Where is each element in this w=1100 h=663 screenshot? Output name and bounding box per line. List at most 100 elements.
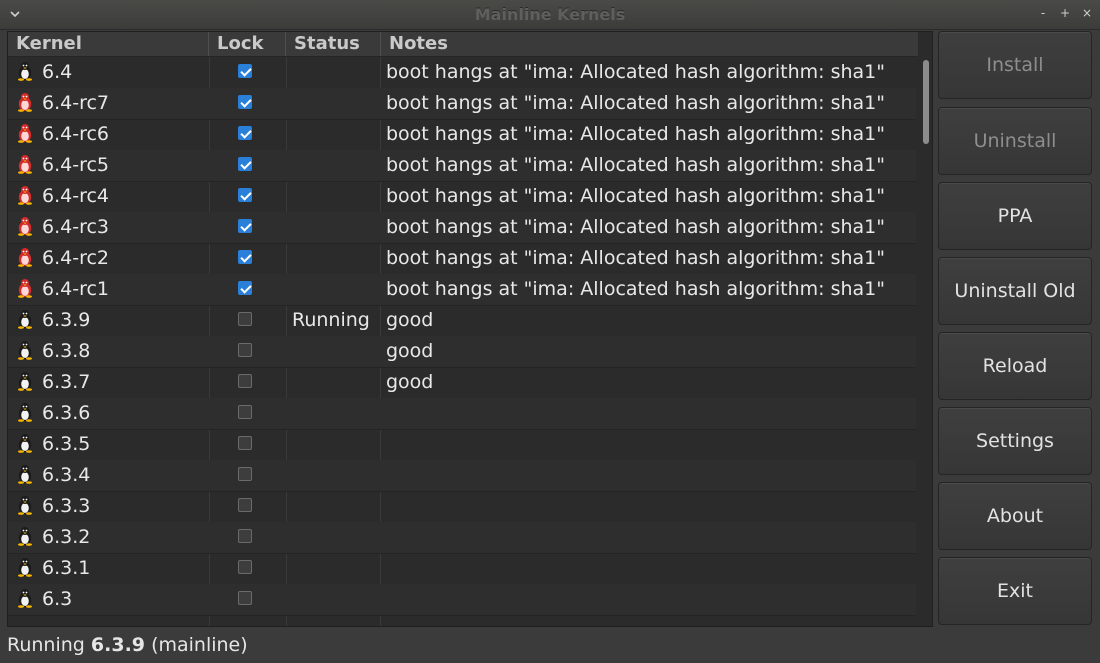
table-row[interactable]: 6.3.8 good [8, 336, 916, 368]
notes-cell[interactable] [386, 553, 916, 584]
lock-checkbox[interactable] [238, 343, 252, 357]
lock-checkbox[interactable] [238, 405, 252, 419]
ppa-button[interactable]: PPA [938, 182, 1092, 250]
notes-cell[interactable]: good [386, 305, 916, 336]
kernel-cell: 6.3.3 [16, 491, 216, 522]
minimize-button[interactable]: - [1036, 6, 1050, 20]
lock-checkbox[interactable] [238, 157, 252, 171]
table-row[interactable]: 6.3.6 [8, 398, 916, 430]
lock-cell [238, 491, 256, 522]
table-row[interactable]: 6.3.5 [8, 429, 916, 461]
lock-checkbox[interactable] [238, 188, 252, 202]
column-header-lock[interactable]: Lock [209, 32, 286, 56]
tux-icon [16, 340, 34, 360]
notes-cell[interactable]: good [386, 336, 916, 367]
lock-checkbox[interactable] [238, 219, 252, 233]
lock-checkbox[interactable] [238, 436, 252, 450]
notes-cell[interactable]: boot hangs at "ima: Allocated hash algor… [386, 212, 916, 243]
exit-button[interactable]: Exit [938, 557, 1092, 625]
table-row[interactable]: 6.4-rc3 boot hangs at "ima: Allocated has… [8, 212, 916, 244]
status-cell [292, 491, 382, 522]
notes-cell[interactable]: boot hangs at "ima: Allocated hash algor… [386, 274, 916, 305]
notes-cell[interactable]: boot hangs at "ima: Allocated hash algor… [386, 243, 916, 274]
notes-cell[interactable]: boot hangs at "ima: Allocated hash algor… [386, 88, 916, 119]
lock-checkbox[interactable] [238, 64, 252, 78]
notes-cell[interactable]: boot hangs at "ima: Allocated hash algor… [386, 119, 916, 150]
settings-button[interactable]: Settings [938, 407, 1092, 475]
kernel-list[interactable]: Kernel Lock Status Notes 6.4 boot hangs a… [7, 31, 933, 627]
about-button[interactable]: About [938, 482, 1092, 550]
column-header-notes[interactable]: Notes [381, 32, 918, 56]
notes-cell[interactable] [386, 584, 916, 615]
table-row[interactable]: 6.4-rc6 boot hangs at "ima: Allocated has… [8, 119, 916, 151]
table-row[interactable]: 6.4-rc2 boot hangs at "ima: Allocated has… [8, 243, 916, 275]
lock-checkbox[interactable] [238, 126, 252, 140]
tux-icon [16, 557, 34, 577]
lock-cell [238, 274, 256, 305]
notes-cell[interactable]: boot hangs at "ima: Allocated hash algor… [386, 57, 916, 88]
table-header: Kernel Lock Status Notes [8, 32, 918, 57]
vertical-scrollbar[interactable] [920, 32, 932, 626]
kernel-version: 6.4-rc7 [42, 92, 110, 114]
table-row[interactable]: 6.4-rc1 boot hangs at "ima: Allocated has… [8, 274, 916, 306]
uninstall-old-button[interactable]: Uninstall Old [938, 257, 1092, 325]
lock-checkbox[interactable] [238, 591, 252, 605]
title-bar[interactable]: Mainline Kernels - + × [0, 0, 1100, 30]
lock-checkbox[interactable] [238, 312, 252, 326]
lock-cell [238, 367, 256, 398]
kernel-version: 6.4 [42, 61, 73, 83]
maximize-button[interactable]: + [1058, 6, 1072, 20]
lock-checkbox[interactable] [238, 250, 252, 264]
table-row[interactable]: 6.3.1 [8, 553, 916, 585]
status-cell [292, 398, 382, 429]
table-row[interactable]: 6.3.4 [8, 460, 916, 492]
scrollbar-thumb[interactable] [923, 60, 929, 144]
close-button[interactable]: × [1080, 6, 1094, 20]
tux-icon [16, 588, 34, 608]
notes-cell[interactable] [386, 460, 916, 491]
lock-cell [238, 305, 256, 336]
table-row[interactable]: 6.3.9 Running good [8, 305, 916, 337]
lock-cell [238, 57, 256, 88]
notes-cell[interactable] [386, 491, 916, 522]
reload-button[interactable]: Reload [938, 332, 1092, 400]
notes-cell[interactable] [386, 522, 916, 553]
table-row[interactable]: 6.4-rc7 boot hangs at "ima: Allocated has… [8, 88, 916, 120]
status-cell [292, 274, 382, 305]
table-row[interactable]: 6.4-rc5 boot hangs at "ima: Allocated has… [8, 150, 916, 182]
kernel-version: 6.3.6 [42, 402, 91, 424]
lock-checkbox[interactable] [238, 281, 252, 295]
notes-cell[interactable]: boot hangs at "ima: Allocated hash algor… [386, 181, 916, 212]
column-header-status[interactable]: Status [286, 32, 381, 56]
status-cell [292, 243, 382, 274]
notes-cell[interactable] [386, 429, 916, 460]
lock-checkbox[interactable] [238, 95, 252, 109]
lock-checkbox[interactable] [238, 529, 252, 543]
kernel-version: 6.3.1 [42, 557, 91, 579]
kernel-version: 6.3.9 [42, 309, 91, 331]
table-row[interactable]: 6.3.7 good [8, 367, 916, 399]
notes-cell[interactable] [386, 398, 916, 429]
kernel-cell: 6.3.1 [16, 553, 216, 584]
notes-cell[interactable]: boot hangs at "ima: Allocated hash algor… [386, 150, 916, 181]
table-row[interactable]: 6.3 [8, 584, 916, 616]
notes-cell[interactable]: good [386, 367, 916, 398]
kernel-version: 6.3.7 [42, 371, 91, 393]
table-row[interactable]: 6.3.2 [8, 522, 916, 554]
lock-checkbox[interactable] [238, 498, 252, 512]
kernel-cell: 6.3 [16, 584, 216, 615]
tux-rc-icon [16, 278, 34, 298]
lock-cell [238, 460, 256, 491]
column-header-kernel[interactable]: Kernel [8, 32, 209, 56]
table-row[interactable]: 6.3.3 [8, 491, 916, 523]
lock-cell [238, 119, 256, 150]
lock-checkbox[interactable] [238, 560, 252, 574]
lock-checkbox[interactable] [238, 374, 252, 388]
kernel-version: 6.3.8 [42, 340, 91, 362]
table-row[interactable]: 6.4-rc4 boot hangs at "ima: Allocated has… [8, 181, 916, 213]
kernel-version: 6.4-rc6 [42, 123, 110, 145]
lock-checkbox[interactable] [238, 467, 252, 481]
uninstall-button[interactable]: Uninstall [938, 107, 1092, 175]
install-button[interactable]: Install [938, 31, 1092, 99]
table-row[interactable]: 6.4 boot hangs at "ima: Allocated hash al… [8, 57, 916, 89]
